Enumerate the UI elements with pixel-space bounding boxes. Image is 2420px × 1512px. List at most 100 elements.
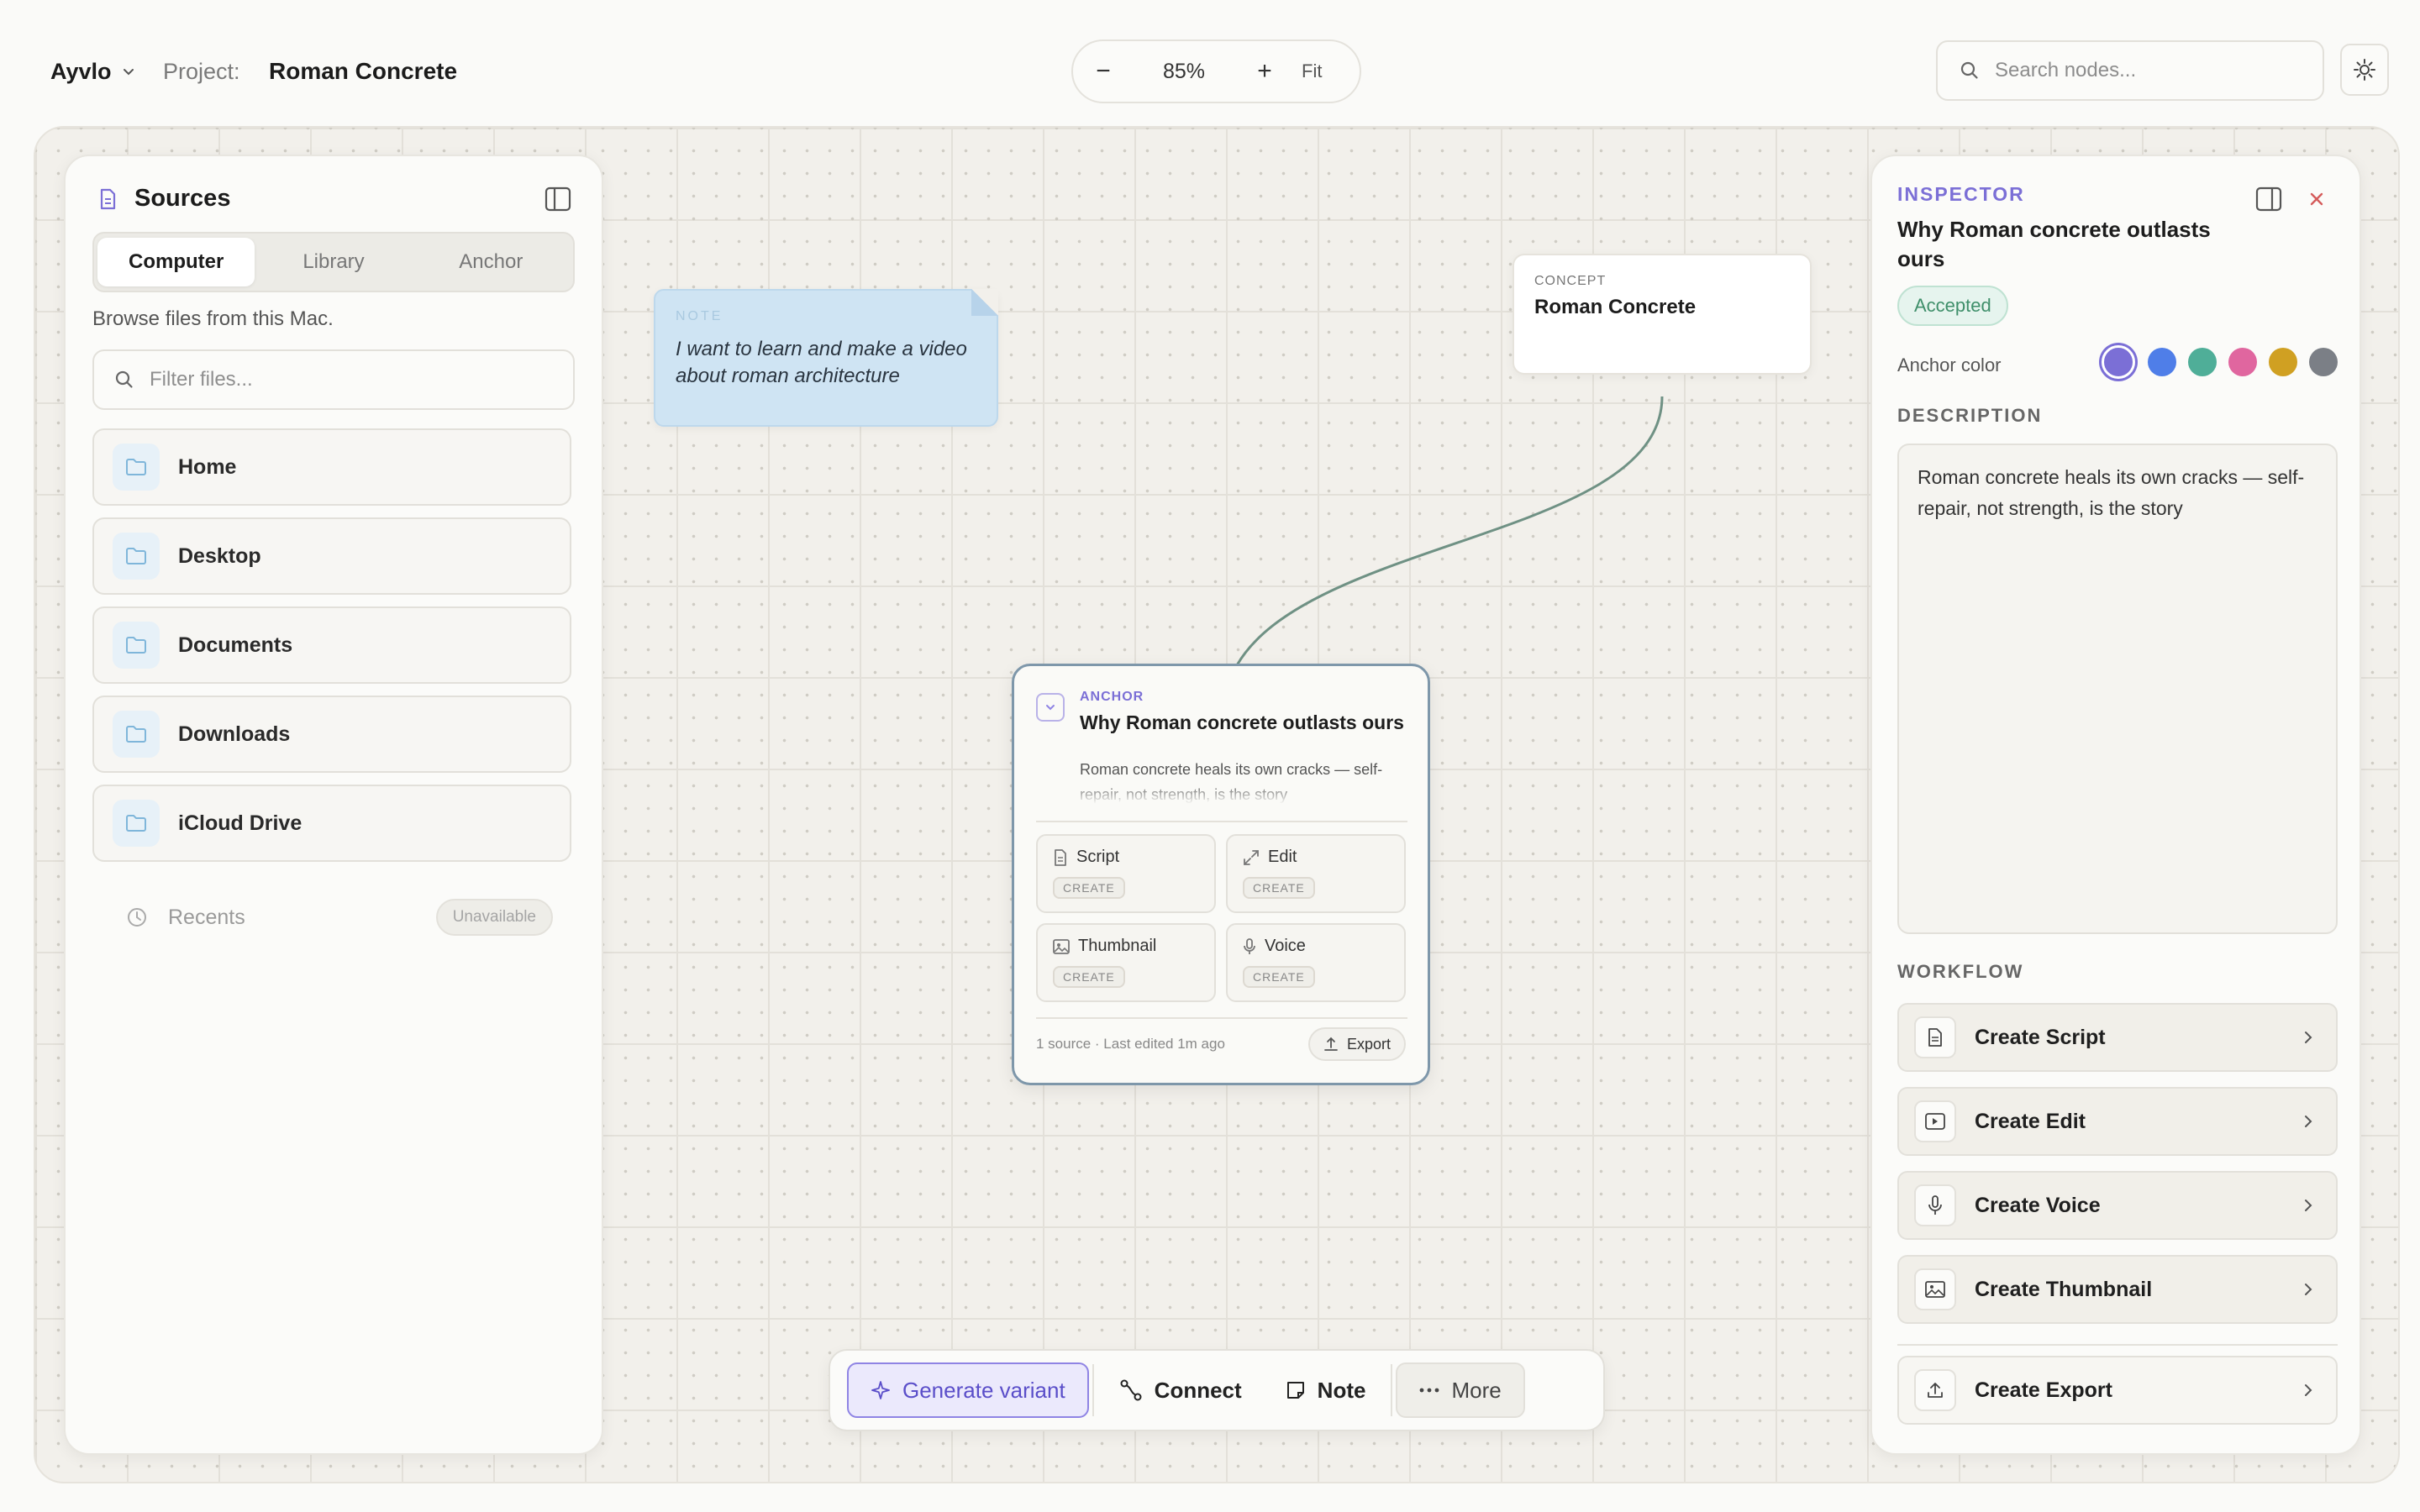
folder-downloads[interactable]: Downloads bbox=[92, 696, 571, 773]
folder-icon bbox=[113, 800, 160, 847]
note-button[interactable]: Note bbox=[1264, 1362, 1388, 1418]
folder-label: Downloads bbox=[178, 722, 291, 746]
folder-icloud-drive[interactable]: iCloud Drive bbox=[92, 785, 571, 862]
more-icon bbox=[1420, 1388, 1439, 1393]
export-label: Export bbox=[1346, 1035, 1391, 1053]
color-swatch-pink[interactable] bbox=[2228, 348, 2257, 376]
create-badge: CREATE bbox=[1053, 966, 1125, 988]
project-name[interactable]: Roman Concrete bbox=[269, 57, 457, 86]
more-button[interactable]: More bbox=[1396, 1362, 1525, 1418]
anchor-collapse-toggle[interactable] bbox=[1036, 693, 1065, 722]
export-button[interactable]: Export bbox=[1307, 1027, 1406, 1061]
workflow-item-label: Create Export bbox=[1975, 1378, 2112, 1402]
collapse-panel-button[interactable] bbox=[544, 186, 571, 212]
workflow-create-voice[interactable]: Create Voice bbox=[1897, 1171, 2338, 1240]
brand-menu[interactable]: Ayvlo bbox=[50, 57, 137, 86]
action-voice[interactable]: Voice CREATE bbox=[1226, 923, 1406, 1002]
concept-node[interactable]: CONCEPT Roman Concrete bbox=[1512, 254, 1812, 375]
sidebar-toggle-icon bbox=[544, 186, 571, 212]
color-swatch-purple[interactable] bbox=[2102, 345, 2135, 379]
color-swatch-blue[interactable] bbox=[2148, 348, 2176, 376]
sticky-note-icon bbox=[1286, 1382, 1304, 1399]
folder-home[interactable]: Home bbox=[92, 428, 571, 506]
folder-label: Documents bbox=[178, 633, 293, 657]
recents-label: Recents bbox=[168, 905, 245, 929]
workflow-create-script[interactable]: Create Script bbox=[1897, 1003, 2338, 1072]
anchor-title: Why Roman concrete outlasts ours bbox=[1080, 711, 1404, 733]
sidebar-toggle-icon bbox=[2255, 186, 2282, 212]
filter-files-input[interactable] bbox=[150, 368, 536, 391]
workflow-item-label: Create Script bbox=[1975, 1025, 2106, 1049]
connect-icon bbox=[1120, 1379, 1142, 1401]
chevron-down-icon bbox=[123, 69, 134, 76]
tab-computer[interactable]: Computer bbox=[97, 238, 255, 286]
action-thumbnail[interactable]: Thumbnail CREATE bbox=[1036, 923, 1216, 1002]
tab-library[interactable]: Library bbox=[255, 238, 412, 286]
tab-anchor[interactable]: Anchor bbox=[413, 238, 570, 286]
image-icon bbox=[1914, 1268, 1956, 1310]
note-node[interactable]: NOTE I want to learn and make a video ab… bbox=[654, 289, 998, 427]
chevron-right-icon bbox=[2305, 1200, 2312, 1211]
search-icon bbox=[115, 370, 133, 388]
note-tag: NOTE bbox=[676, 309, 723, 323]
zoom-control: − 85% + Fit bbox=[1071, 39, 1361, 103]
concept-title: Roman Concrete bbox=[1534, 296, 1697, 318]
workflow-label: WORKFLOW bbox=[1897, 961, 2024, 982]
divider bbox=[1036, 1017, 1407, 1019]
project-label: Project: bbox=[163, 59, 240, 84]
connect-button[interactable]: Connect bbox=[1097, 1362, 1264, 1418]
close-button[interactable] bbox=[2302, 185, 2331, 213]
generate-variant-button[interactable]: Generate variant bbox=[847, 1362, 1089, 1418]
color-swatch-gold[interactable] bbox=[2269, 348, 2297, 376]
folder-label: iCloud Drive bbox=[178, 811, 302, 835]
divider bbox=[1036, 821, 1407, 822]
workflow-create-export[interactable]: Create Export bbox=[1897, 1356, 2338, 1425]
zoom-fit-button[interactable]: Fit bbox=[1302, 60, 1322, 82]
zoom-out-button[interactable]: − bbox=[1073, 41, 1134, 102]
mic-icon bbox=[1244, 937, 1255, 954]
browse-hint: Browse files from this Mac. bbox=[92, 307, 334, 330]
search-box bbox=[1936, 40, 2324, 101]
action-label: Voice bbox=[1265, 937, 1306, 955]
inspector-tag: INSPECTOR bbox=[1897, 183, 2025, 205]
inspector-title: Why Roman concrete outlasts ours bbox=[1897, 217, 2211, 271]
workflow-create-thumbnail[interactable]: Create Thumbnail bbox=[1897, 1255, 2338, 1324]
zoom-level: 85% bbox=[1162, 59, 1206, 83]
generate-variant-label: Generate variant bbox=[902, 1377, 1065, 1403]
action-edit[interactable]: Edit CREATE bbox=[1226, 834, 1406, 913]
folder-icon bbox=[113, 533, 160, 580]
sources-header: Sources bbox=[96, 185, 230, 213]
folder-documents[interactable]: Documents bbox=[92, 606, 571, 684]
concept-tag: CONCEPT bbox=[1534, 274, 1607, 288]
chevron-right-icon bbox=[2305, 1032, 2312, 1043]
color-swatch-gray[interactable] bbox=[2309, 348, 2338, 376]
action-script[interactable]: Script CREATE bbox=[1036, 834, 1216, 913]
sources-title: Sources bbox=[134, 185, 231, 212]
search-icon bbox=[1960, 61, 1978, 79]
divider bbox=[1092, 1364, 1094, 1416]
description-field[interactable]: Roman concrete heals its own cracks — se… bbox=[1897, 444, 2338, 934]
color-swatch-teal[interactable] bbox=[2188, 348, 2217, 376]
sources-tabs: Computer Library Anchor bbox=[92, 232, 575, 292]
folder-icon bbox=[113, 711, 160, 758]
more-label: More bbox=[1451, 1377, 1502, 1403]
mic-icon bbox=[1914, 1184, 1956, 1226]
theme-toggle-button[interactable] bbox=[2340, 44, 2389, 96]
search-nodes-input[interactable] bbox=[1995, 59, 2297, 82]
expand-icon bbox=[1244, 849, 1259, 865]
chevron-right-icon bbox=[2305, 1116, 2312, 1127]
folder-label: Home bbox=[178, 454, 237, 479]
action-label: Edit bbox=[1268, 848, 1297, 866]
workflow-item-label: Create Edit bbox=[1975, 1109, 2086, 1133]
folder-desktop[interactable]: Desktop bbox=[92, 517, 571, 595]
recents-row: Recents Unavailable bbox=[92, 892, 571, 942]
create-badge: CREATE bbox=[1053, 877, 1125, 899]
status-badge: Accepted bbox=[1897, 286, 2008, 326]
anchor-node[interactable]: ANCHOR Why Roman concrete outlasts ours … bbox=[1012, 664, 1430, 1085]
note-corner-fold bbox=[971, 289, 998, 316]
workflow-create-edit[interactable]: Create Edit bbox=[1897, 1087, 2338, 1156]
zoom-in-button[interactable]: + bbox=[1234, 41, 1295, 102]
toggle-panel-button[interactable] bbox=[2255, 186, 2282, 212]
anchor-tag: ANCHOR bbox=[1080, 690, 1144, 704]
folder-label: Desktop bbox=[178, 543, 261, 568]
